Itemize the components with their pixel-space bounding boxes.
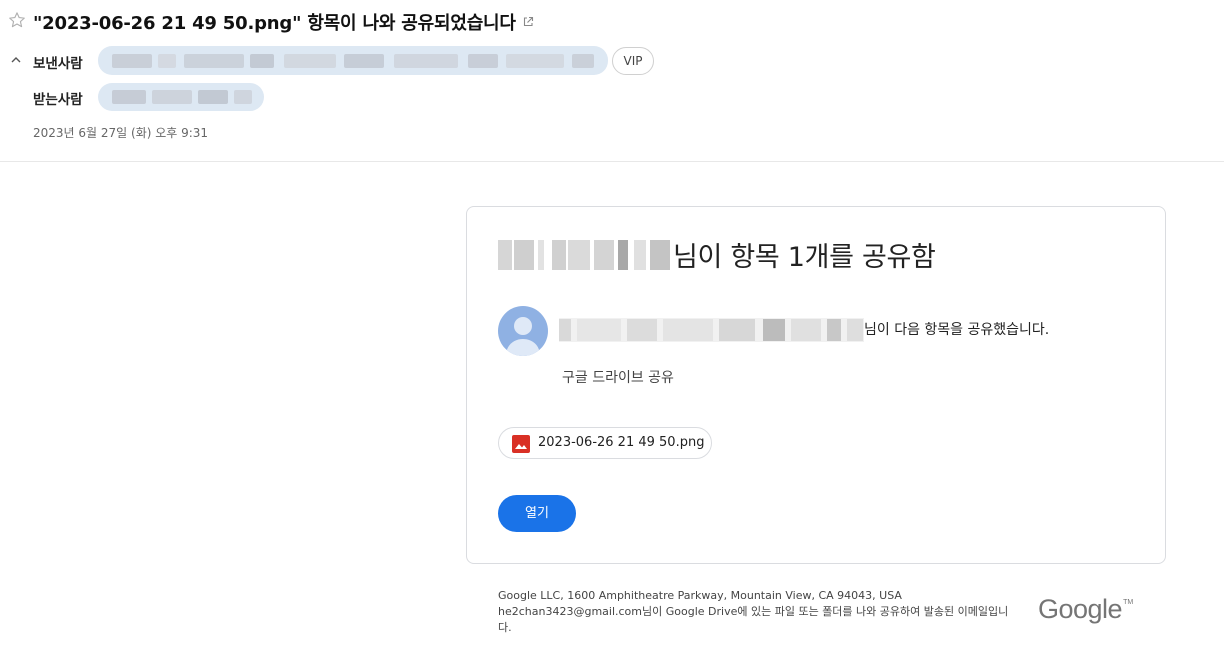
open-button[interactable]: 열기	[498, 495, 576, 532]
footer-email-link[interactable]: he2chan3423@gmail.com	[498, 605, 642, 618]
star-icon[interactable]	[8, 11, 26, 29]
mail-subject-text: "2023-06-26 21 49 50.png" 항목이 나와 공유되었습니다	[33, 13, 516, 34]
from-label: 보낸사람	[33, 56, 83, 72]
avatar	[498, 306, 548, 356]
recipient-address-chip[interactable]	[98, 83, 264, 111]
file-name: 2023-06-26 21 49 50.png	[538, 435, 705, 450]
chevron-up-icon[interactable]	[10, 54, 22, 66]
google-logo-tm: TM	[1123, 599, 1134, 606]
sender-share-message: 님이 다음 항목을 공유했습니다.	[864, 322, 1050, 338]
footer-note: he2chan3423@gmail.com님이 Google Drive에 있는…	[498, 604, 1018, 636]
sharer-name-redacted	[498, 239, 672, 271]
image-icon	[512, 435, 530, 453]
to-label: 받는사람	[33, 92, 83, 108]
share-card: 님이 항목 1개를 공유함 님이 다음 항목을 공유했습니다. 구글 드라이브 …	[466, 206, 1166, 564]
mail-date: 2023년 6월 27일 (화) 오후 9:31	[33, 126, 209, 140]
sender-address-chip[interactable]	[98, 46, 608, 75]
share-message: 구글 드라이브 공유	[562, 370, 674, 386]
card-title: 님이 항목 1개를 공유함	[673, 242, 936, 273]
sender-email-redacted	[559, 318, 864, 342]
mail-header: "2023-06-26 21 49 50.png" 항목이 나와 공유되었습니다…	[0, 0, 1224, 162]
footer-text: Google LLC, 1600 Amphitheatre Parkway, M…	[498, 588, 1018, 636]
footer-address: Google LLC, 1600 Amphitheatre Parkway, M…	[498, 589, 902, 602]
mail-subject: "2023-06-26 21 49 50.png" 항목이 나와 공유되었습니다	[33, 9, 534, 35]
person-icon	[506, 317, 540, 356]
vip-button[interactable]: VIP	[612, 47, 654, 75]
google-logo: GoogleTM	[1038, 594, 1133, 625]
shared-file-chip[interactable]: 2023-06-26 21 49 50.png	[498, 427, 712, 459]
external-link-icon[interactable]	[522, 16, 534, 28]
google-logo-text: Google	[1038, 594, 1123, 624]
